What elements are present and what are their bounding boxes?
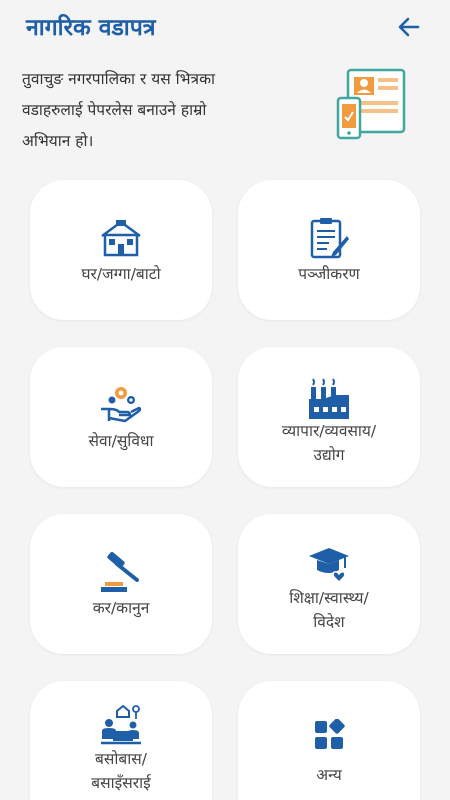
app-screen: नागरिक वडापत्र तुवाचुङ नगरपालिका र यस भि… [0,0,450,800]
card-basobas-basaisarai[interactable]: बसोबास/ बसाइँसराई [30,681,212,800]
page-title: नागरिक वडापत्र [26,15,156,41]
hand-gears-icon [101,387,142,423]
card-label: पञ्जीकरण [246,262,412,286]
card-label: सेवा/सुविधा [38,429,204,453]
card-label-line-1: शिक्षा/स्वास्थ्य/ [289,589,369,607]
clipboard-pen-icon [310,218,349,259]
card-panjikaran[interactable]: पञ्जीकरण [238,180,420,320]
card-shiksha-swasthya-videsh[interactable]: शिक्षा/स्वास्थ्य/ विदेश [238,514,420,654]
card-ghar-jagga-bato[interactable]: घर/जग्गा/बाटो [30,180,212,320]
card-label: अन्य [246,763,412,787]
card-kar-kanun[interactable]: कर/कानुन [30,514,212,654]
card-label-line-2: बसाइँसराई [91,774,151,792]
document-phone-illustration-icon [336,68,406,140]
gavel-icon [101,551,139,592]
card-label-line-1: बसोबास/ [95,750,147,768]
intro-line-3: अभियान हो। [22,132,94,150]
header: नागरिक वडापत्र [0,0,450,56]
card-label: व्यापार/व्यवसाय/ उद्योग [246,419,412,467]
arrow-left-icon[interactable] [396,14,422,40]
card-label: घर/जग्गा/बाटो [38,262,204,286]
card-label-line-1: घर/जग्गा/बाटो [81,265,161,283]
card-label-line-1: पञ्जीकरण [298,265,360,283]
card-label-line-1: अन्य [316,766,342,784]
card-anya[interactable]: अन्य [238,681,420,800]
card-label-line-1: व्यापार/व्यवसाय/ [281,422,377,440]
house-icon [101,220,141,257]
card-label-line-2: उद्योग [313,446,345,464]
card-label-line-1: सेवा/सुविधा [88,432,154,450]
factory-icon [309,378,349,419]
card-label: शिक्षा/स्वास्थ्य/ विदेश [246,586,412,634]
shapes-grid-icon [315,719,345,749]
intro-text: तुवाचुङ नगरपालिका र यस भित्रका वडाहरुलाई… [22,64,312,157]
family-house-icon [101,704,141,745]
intro-line-1: तुवाचुङ नगरपालिका र यस भित्रका [22,70,216,88]
card-label-line-1: कर/कानुन [92,599,150,617]
graduation-heart-icon [309,548,349,584]
card-sewa-suvidha[interactable]: सेवा/सुविधा [30,347,212,487]
card-label: कर/कानुन [38,596,204,620]
card-label-line-2: विदेश [313,613,345,631]
intro-line-2: वडाहरुलाई पेपरलेस बनाउने हाम्रो [22,101,207,119]
card-label: बसोबास/ बसाइँसराई [38,747,204,795]
card-byapar-byawasaya-udyog[interactable]: व्यापार/व्यवसाय/ उद्योग [238,347,420,487]
